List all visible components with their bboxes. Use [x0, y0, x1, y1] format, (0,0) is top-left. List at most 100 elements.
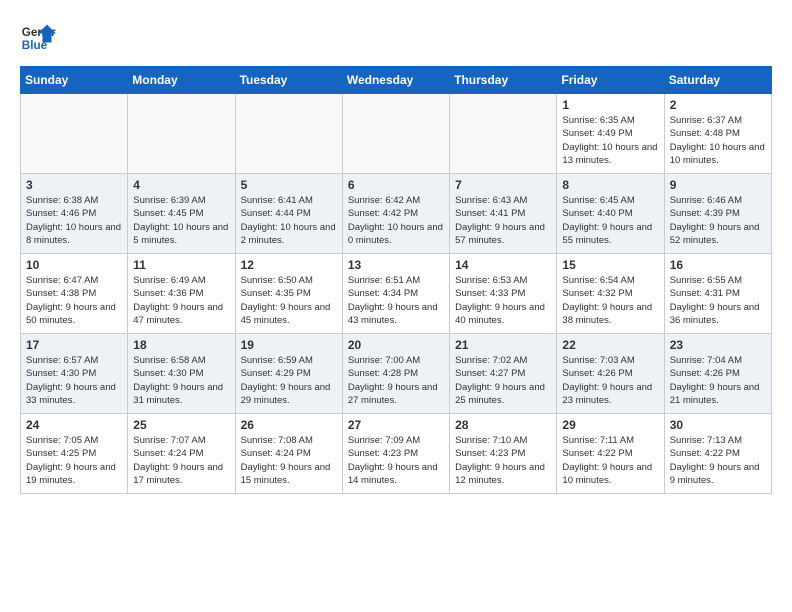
- col-header-sunday: Sunday: [21, 67, 128, 94]
- calendar-cell: [342, 94, 449, 174]
- week-row-3: 10Sunrise: 6:47 AM Sunset: 4:38 PM Dayli…: [21, 254, 772, 334]
- col-header-monday: Monday: [128, 67, 235, 94]
- day-info: Sunrise: 6:53 AM Sunset: 4:33 PM Dayligh…: [455, 274, 551, 327]
- calendar-cell: 23 Sunrise: 7:04 AM Sunset: 4:26 PM Dayli…: [664, 334, 771, 414]
- week-row-2: 3Sunrise: 6:38 AM Sunset: 4:46 PM Daylig…: [21, 174, 772, 254]
- day-info: Sunrise: 7:05 AM Sunset: 4:25 PM Dayligh…: [26, 434, 122, 487]
- header: General Blue: [20, 20, 772, 56]
- day-info: Sunrise: 6:58 AM Sunset: 4:30 PM Dayligh…: [133, 354, 229, 407]
- logo: General Blue: [20, 20, 60, 56]
- day-number: 15: [562, 258, 658, 272]
- calendar-cell: 17Sunrise: 6:57 AM Sunset: 4:30 PM Dayli…: [21, 334, 128, 414]
- calendar-cell: 27Sunrise: 7:09 AM Sunset: 4:23 PM Dayli…: [342, 414, 449, 494]
- day-info: Sunrise: 6:46 AM Sunset: 4:39 PM Dayligh…: [670, 194, 766, 247]
- day-number: 1: [562, 98, 658, 112]
- col-header-friday: Friday: [557, 67, 664, 94]
- day-info: Sunrise: 6:54 AM Sunset: 4:32 PM Dayligh…: [562, 274, 658, 327]
- day-info: Sunrise: 6:45 AM Sunset: 4:40 PM Dayligh…: [562, 194, 658, 247]
- day-number: 27: [348, 418, 444, 432]
- day-number: 20: [348, 338, 444, 352]
- day-info: Sunrise: 6:51 AM Sunset: 4:34 PM Dayligh…: [348, 274, 444, 327]
- day-number: 2: [670, 98, 766, 112]
- col-header-saturday: Saturday: [664, 67, 771, 94]
- day-info: Sunrise: 6:55 AM Sunset: 4:31 PM Dayligh…: [670, 274, 766, 327]
- calendar-cell: 30 Sunrise: 7:13 AM Sunset: 4:22 PM Dayli…: [664, 414, 771, 494]
- logo-icon: General Blue: [20, 20, 56, 56]
- calendar-cell: 24 Sunrise: 7:05 AM Sunset: 4:25 PM Dayli…: [21, 414, 128, 494]
- day-info: Sunrise: 7:00 AM Sunset: 4:28 PM Dayligh…: [348, 354, 444, 407]
- calendar-cell: 11 Sunrise: 6:49 AM Sunset: 4:36 PM Dayli…: [128, 254, 235, 334]
- day-info: Sunrise: 6:39 AM Sunset: 4:45 PM Dayligh…: [133, 194, 229, 247]
- day-info: Sunrise: 6:37 AM Sunset: 4:48 PM Dayligh…: [670, 114, 766, 167]
- day-info: Sunrise: 7:13 AM Sunset: 4:22 PM Dayligh…: [670, 434, 766, 487]
- day-number: 12: [241, 258, 337, 272]
- week-row-5: 24 Sunrise: 7:05 AM Sunset: 4:25 PM Dayli…: [21, 414, 772, 494]
- day-info: Sunrise: 7:04 AM Sunset: 4:26 PM Dayligh…: [670, 354, 766, 407]
- calendar-cell: 12 Sunrise: 6:50 AM Sunset: 4:35 PM Dayli…: [235, 254, 342, 334]
- calendar-cell: 25 Sunrise: 7:07 AM Sunset: 4:24 PM Dayli…: [128, 414, 235, 494]
- day-number: 19: [241, 338, 337, 352]
- day-info: Sunrise: 7:11 AM Sunset: 4:22 PM Dayligh…: [562, 434, 658, 487]
- calendar-cell: [128, 94, 235, 174]
- day-number: 30: [670, 418, 766, 432]
- day-info: Sunrise: 6:38 AM Sunset: 4:46 PM Dayligh…: [26, 194, 122, 247]
- calendar-cell: 26 Sunrise: 7:08 AM Sunset: 4:24 PM Dayli…: [235, 414, 342, 494]
- week-row-1: 1 Sunrise: 6:35 AM Sunset: 4:49 PM Daylig…: [21, 94, 772, 174]
- calendar-cell: 13 Sunrise: 6:51 AM Sunset: 4:34 PM Dayli…: [342, 254, 449, 334]
- calendar-cell: 10Sunrise: 6:47 AM Sunset: 4:38 PM Dayli…: [21, 254, 128, 334]
- day-number: 24: [26, 418, 122, 432]
- day-info: Sunrise: 6:42 AM Sunset: 4:42 PM Dayligh…: [348, 194, 444, 247]
- day-number: 28: [455, 418, 551, 432]
- day-number: 29: [562, 418, 658, 432]
- day-number: 25: [133, 418, 229, 432]
- day-number: 4: [133, 178, 229, 192]
- day-number: 23: [670, 338, 766, 352]
- calendar-table: SundayMondayTuesdayWednesdayThursdayFrid…: [20, 66, 772, 494]
- day-number: 7: [455, 178, 551, 192]
- day-number: 11: [133, 258, 229, 272]
- day-info: Sunrise: 7:07 AM Sunset: 4:24 PM Dayligh…: [133, 434, 229, 487]
- day-info: Sunrise: 6:35 AM Sunset: 4:49 PM Dayligh…: [562, 114, 658, 167]
- calendar-cell: 4 Sunrise: 6:39 AM Sunset: 4:45 PM Daylig…: [128, 174, 235, 254]
- day-info: Sunrise: 6:57 AM Sunset: 4:30 PM Dayligh…: [26, 354, 122, 407]
- day-info: Sunrise: 7:02 AM Sunset: 4:27 PM Dayligh…: [455, 354, 551, 407]
- day-info: Sunrise: 7:10 AM Sunset: 4:23 PM Dayligh…: [455, 434, 551, 487]
- day-number: 21: [455, 338, 551, 352]
- day-number: 14: [455, 258, 551, 272]
- day-number: 5: [241, 178, 337, 192]
- day-info: Sunrise: 6:47 AM Sunset: 4:38 PM Dayligh…: [26, 274, 122, 327]
- calendar-cell: 7 Sunrise: 6:43 AM Sunset: 4:41 PM Daylig…: [450, 174, 557, 254]
- calendar-cell: 19 Sunrise: 6:59 AM Sunset: 4:29 PM Dayli…: [235, 334, 342, 414]
- day-number: 16: [670, 258, 766, 272]
- day-info: Sunrise: 6:50 AM Sunset: 4:35 PM Dayligh…: [241, 274, 337, 327]
- calendar-cell: 15 Sunrise: 6:54 AM Sunset: 4:32 PM Dayli…: [557, 254, 664, 334]
- day-number: 9: [670, 178, 766, 192]
- day-number: 13: [348, 258, 444, 272]
- calendar-cell: 29 Sunrise: 7:11 AM Sunset: 4:22 PM Dayli…: [557, 414, 664, 494]
- header-row: SundayMondayTuesdayWednesdayThursdayFrid…: [21, 67, 772, 94]
- calendar-cell: 16 Sunrise: 6:55 AM Sunset: 4:31 PM Dayli…: [664, 254, 771, 334]
- day-number: 6: [348, 178, 444, 192]
- calendar-cell: [235, 94, 342, 174]
- calendar-cell: 20 Sunrise: 7:00 AM Sunset: 4:28 PM Dayli…: [342, 334, 449, 414]
- calendar-cell: 3Sunrise: 6:38 AM Sunset: 4:46 PM Daylig…: [21, 174, 128, 254]
- day-info: Sunrise: 6:59 AM Sunset: 4:29 PM Dayligh…: [241, 354, 337, 407]
- calendar-cell: 9 Sunrise: 6:46 AM Sunset: 4:39 PM Daylig…: [664, 174, 771, 254]
- calendar-cell: 5 Sunrise: 6:41 AM Sunset: 4:44 PM Daylig…: [235, 174, 342, 254]
- col-header-wednesday: Wednesday: [342, 67, 449, 94]
- day-info: Sunrise: 7:08 AM Sunset: 4:24 PM Dayligh…: [241, 434, 337, 487]
- day-number: 8: [562, 178, 658, 192]
- day-number: 26: [241, 418, 337, 432]
- day-info: Sunrise: 7:03 AM Sunset: 4:26 PM Dayligh…: [562, 354, 658, 407]
- calendar-cell: 6 Sunrise: 6:42 AM Sunset: 4:42 PM Daylig…: [342, 174, 449, 254]
- calendar-cell: 1 Sunrise: 6:35 AM Sunset: 4:49 PM Daylig…: [557, 94, 664, 174]
- calendar-cell: 2 Sunrise: 6:37 AM Sunset: 4:48 PM Daylig…: [664, 94, 771, 174]
- day-number: 18: [133, 338, 229, 352]
- calendar-cell: [450, 94, 557, 174]
- day-info: Sunrise: 6:43 AM Sunset: 4:41 PM Dayligh…: [455, 194, 551, 247]
- calendar-cell: 8 Sunrise: 6:45 AM Sunset: 4:40 PM Daylig…: [557, 174, 664, 254]
- col-header-thursday: Thursday: [450, 67, 557, 94]
- day-info: Sunrise: 6:49 AM Sunset: 4:36 PM Dayligh…: [133, 274, 229, 327]
- day-info: Sunrise: 6:41 AM Sunset: 4:44 PM Dayligh…: [241, 194, 337, 247]
- week-row-4: 17Sunrise: 6:57 AM Sunset: 4:30 PM Dayli…: [21, 334, 772, 414]
